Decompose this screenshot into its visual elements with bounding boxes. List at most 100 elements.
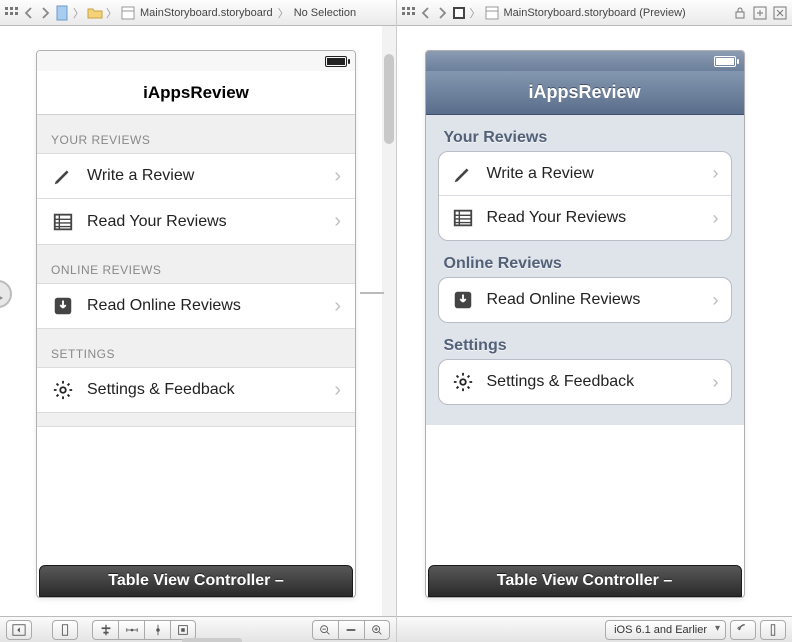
pencil-icon [451,162,475,186]
cell-label: Settings & Feedback [87,381,322,399]
nav-forward-icon[interactable] [435,6,449,20]
vertical-scrollbar[interactable] [382,26,396,642]
table-view: YOUR REVIEWS Write a Review › Read Your … [37,115,355,427]
breadcrumb-selection[interactable]: No Selection [292,7,358,19]
related-items-icon[interactable] [4,5,20,21]
cell-write-review[interactable]: Write a Review › [37,153,355,199]
list-icon [451,206,475,230]
pin-button[interactable] [118,620,144,640]
cell-label: Read Your Reviews [487,209,701,227]
nav-title: iAppsReview [143,83,249,103]
cell-label: Write a Review [87,167,322,185]
breadcrumb-sep: 〉 [278,5,289,21]
constraint-buttons [92,620,196,640]
select-value: iOS 6.1 and Earlier [614,624,707,636]
ios-version-select[interactable]: iOS 6.1 and Earlier [605,620,726,640]
section-header: ONLINE REVIEWS [37,245,355,283]
section-header: SETTINGS [37,329,355,367]
cell-label: Write a Review [487,165,701,183]
breadcrumb-sep: 〉 [106,5,117,21]
chevron-right-icon: › [334,210,341,233]
cell-write-review[interactable]: Write a Review › [439,152,731,196]
navigation-bar: iAppsReview [426,71,744,115]
section-header: Online Reviews [426,241,744,277]
download-icon [451,288,475,312]
scrollbar-thumb[interactable] [384,54,394,144]
left-editor-pane: 〉 〉 MainStoryboard.storyboard 〉 No Selec… [0,0,397,642]
pencil-icon [51,164,75,188]
ios6-preview-scene[interactable]: iAppsReview Your Reviews Write a Review … [425,50,745,598]
nav-title: iAppsReview [528,82,640,103]
gear-icon [451,370,475,394]
left-jump-bar: 〉 〉 MainStoryboard.storyboard 〉 No Selec… [0,0,396,26]
cell-read-online[interactable]: Read Online Reviews › [37,283,355,329]
chevron-right-icon: › [334,379,341,402]
gear-icon [51,378,75,402]
section-header: YOUR REVIEWS [37,115,355,153]
cell-read-reviews[interactable]: Read Your Reviews › [439,196,731,240]
file-icon[interactable] [54,5,70,21]
canvas-bottom-bar [0,616,396,642]
storyboard-icon[interactable] [484,5,500,21]
chevron-right-icon: › [713,163,719,184]
nav-back-icon[interactable] [22,6,36,20]
breadcrumb-file[interactable]: MainStoryboard.storyboard [138,7,275,19]
breadcrumb-sep: 〉 [73,5,84,21]
chevron-right-icon: › [334,295,341,318]
navigation-bar: iAppsReview [37,71,355,115]
cell-read-reviews[interactable]: Read Your Reviews › [37,199,355,245]
cell-settings[interactable]: Settings & Feedback › [37,367,355,413]
device-size-toggle[interactable] [760,620,786,640]
align-button[interactable] [92,620,118,640]
list-icon [51,210,75,234]
lock-icon[interactable] [732,5,748,21]
related-items-icon[interactable] [401,5,417,21]
cell-settings[interactable]: Settings & Feedback › [439,360,731,404]
right-preview-pane: 〉 MainStoryboard.storyboard (Preview) iA… [397,0,792,642]
preview-bottom-bar: iOS 6.1 and Earlier [397,616,792,642]
zoom-out-button[interactable] [312,620,338,640]
scene-dock[interactable]: Table View Controller – [39,565,353,597]
nav-forward-icon[interactable] [38,6,52,20]
battery-icon [325,56,347,67]
storyboard-segue-line [360,292,384,294]
folder-icon[interactable] [87,5,103,21]
chevron-right-icon: › [713,372,719,393]
orientation-toggle[interactable] [730,620,756,640]
breadcrumb-sep: 〉 [470,5,481,21]
battery-icon [714,56,736,67]
add-assistant-icon[interactable] [752,5,768,21]
status-bar [37,51,355,71]
chevron-right-icon: › [334,165,341,188]
resizing-button[interactable] [170,620,196,640]
storyboard-entry-indicator[interactable] [0,280,12,308]
ios7-scene[interactable]: iAppsReview YOUR REVIEWS Write a Review … [36,50,356,598]
storyboard-icon[interactable] [120,5,136,21]
document-outline-toggle[interactable] [6,620,32,640]
section-header: Your Reviews [426,115,744,151]
zoom-in-button[interactable] [364,620,390,640]
controller-label: Table View Controller – [108,572,283,590]
zoom-buttons [312,620,390,640]
right-canvas[interactable]: iAppsReview Your Reviews Write a Review … [397,26,792,642]
right-jump-bar: 〉 MainStoryboard.storyboard (Preview) [397,0,792,26]
breadcrumb-file[interactable]: MainStoryboard.storyboard (Preview) [502,7,688,19]
layout-button[interactable] [52,620,78,640]
scene-dock[interactable]: Table View Controller – [428,565,742,597]
status-bar [426,51,744,71]
controller-label: Table View Controller – [497,572,672,590]
left-canvas[interactable]: iAppsReview YOUR REVIEWS Write a Review … [0,26,396,642]
resolve-button[interactable] [144,620,170,640]
chevron-right-icon: › [713,208,719,229]
cell-label: Settings & Feedback [487,373,701,391]
cell-label: Read Online Reviews [87,297,322,315]
download-icon [51,294,75,318]
close-assistant-icon[interactable] [772,5,788,21]
preview-icon[interactable] [451,5,467,21]
horizontal-scroll-thumb[interactable] [182,638,242,642]
nav-back-icon[interactable] [419,6,433,20]
cell-label: Read Online Reviews [487,291,701,309]
cell-label: Read Your Reviews [87,213,322,231]
zoom-actual-button[interactable] [338,620,364,640]
cell-read-online[interactable]: Read Online Reviews › [439,278,731,322]
